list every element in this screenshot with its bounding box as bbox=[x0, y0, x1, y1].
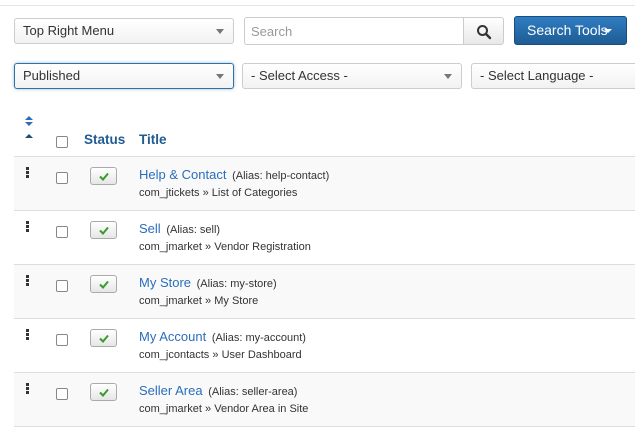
row-component: com_jcontacts » User Dashboard bbox=[139, 349, 302, 361]
access-select-value: - Select Access - bbox=[251, 68, 348, 83]
row-title: My Account (Alias: my-account) bbox=[139, 329, 306, 344]
published-toggle-button[interactable] bbox=[90, 167, 117, 185]
row-alias: (Alias: sell) bbox=[166, 224, 221, 236]
row-title-link[interactable]: Sell bbox=[139, 221, 161, 236]
row-title-link[interactable]: Seller Area bbox=[139, 383, 203, 398]
search-tools-button[interactable]: Search Tools bbox=[514, 16, 627, 45]
row-title-link[interactable]: My Store bbox=[139, 275, 191, 290]
table-row: Seller Area (Alias: seller-area) com_jma… bbox=[14, 372, 635, 426]
row-alias: (Alias: seller-area) bbox=[208, 386, 298, 398]
search-icon bbox=[477, 25, 492, 40]
caret-down-icon bbox=[604, 29, 612, 33]
row-checkbox[interactable] bbox=[56, 226, 68, 238]
chevron-down-icon bbox=[216, 74, 224, 79]
published-toggle-button[interactable] bbox=[90, 329, 117, 347]
table-row: My Store (Alias: my-store) com_jmarket »… bbox=[14, 264, 635, 318]
row-title: Seller Area (Alias: seller-area) bbox=[139, 383, 297, 398]
row-title: My Store (Alias: my-store) bbox=[139, 275, 277, 290]
status-select-value: Published bbox=[23, 68, 81, 83]
row-alias: (Alias: my-store) bbox=[196, 278, 277, 290]
menu-select[interactable]: Top Right Menu bbox=[14, 18, 234, 44]
language-select[interactable]: - Select Language - bbox=[471, 63, 635, 89]
row-checkbox[interactable] bbox=[56, 172, 68, 184]
drag-handle-icon[interactable] bbox=[26, 383, 30, 395]
menu-select-value: Top Right Menu bbox=[23, 23, 115, 38]
check-icon bbox=[99, 280, 109, 289]
select-all-checkbox[interactable] bbox=[56, 136, 68, 148]
drag-handle-icon[interactable] bbox=[26, 221, 30, 233]
row-alias: (Alias: help-contact) bbox=[232, 170, 330, 182]
row-checkbox[interactable] bbox=[56, 280, 68, 292]
check-icon bbox=[99, 334, 109, 343]
column-header-status[interactable]: Status bbox=[84, 132, 125, 147]
drag-handle-icon[interactable] bbox=[26, 329, 30, 341]
chevron-down-icon bbox=[444, 74, 452, 79]
row-component: com_jmarket » Vendor Area in Site bbox=[139, 403, 309, 415]
row-title-link[interactable]: Help & Contact bbox=[139, 167, 226, 182]
check-icon bbox=[99, 388, 109, 397]
table-row: Sell (Alias: sell) com_jmarket » Vendor … bbox=[14, 210, 635, 264]
row-checkbox[interactable] bbox=[56, 334, 68, 346]
row-title: Sell (Alias: sell) bbox=[139, 221, 220, 236]
column-header-title[interactable]: Title bbox=[139, 132, 167, 147]
row-title-link[interactable]: My Account bbox=[139, 329, 206, 344]
row-component: com_jmarket » Vendor Registration bbox=[139, 241, 311, 253]
sort-icon[interactable] bbox=[24, 116, 34, 142]
chevron-down-icon bbox=[216, 29, 224, 34]
drag-handle-icon[interactable] bbox=[26, 275, 30, 287]
top-divider bbox=[0, 5, 635, 6]
check-icon bbox=[99, 226, 109, 235]
search-input[interactable] bbox=[244, 17, 464, 45]
row-component: com_jmarket » My Store bbox=[139, 295, 259, 307]
search-button[interactable] bbox=[463, 17, 504, 45]
row-alias: (Alias: my-account) bbox=[211, 332, 306, 344]
row-component: com_jtickets » List of Categories bbox=[139, 187, 298, 199]
access-select[interactable]: - Select Access - bbox=[242, 63, 462, 89]
drag-handle-icon[interactable] bbox=[26, 167, 30, 179]
table-row: Help & Contact (Alias: help-contact) com… bbox=[14, 156, 635, 210]
row-checkbox[interactable] bbox=[56, 388, 68, 400]
table-bottom-divider bbox=[14, 426, 635, 427]
language-select-value: - Select Language - bbox=[480, 68, 594, 83]
status-select[interactable]: Published bbox=[14, 63, 234, 89]
check-icon bbox=[99, 172, 109, 181]
search-tools-label: Search Tools bbox=[527, 22, 608, 38]
published-toggle-button[interactable] bbox=[90, 383, 117, 401]
published-toggle-button[interactable] bbox=[90, 275, 117, 293]
published-toggle-button[interactable] bbox=[90, 221, 117, 239]
row-title: Help & Contact (Alias: help-contact) bbox=[139, 167, 329, 182]
table-row: My Account (Alias: my-account) com_jcont… bbox=[14, 318, 635, 372]
